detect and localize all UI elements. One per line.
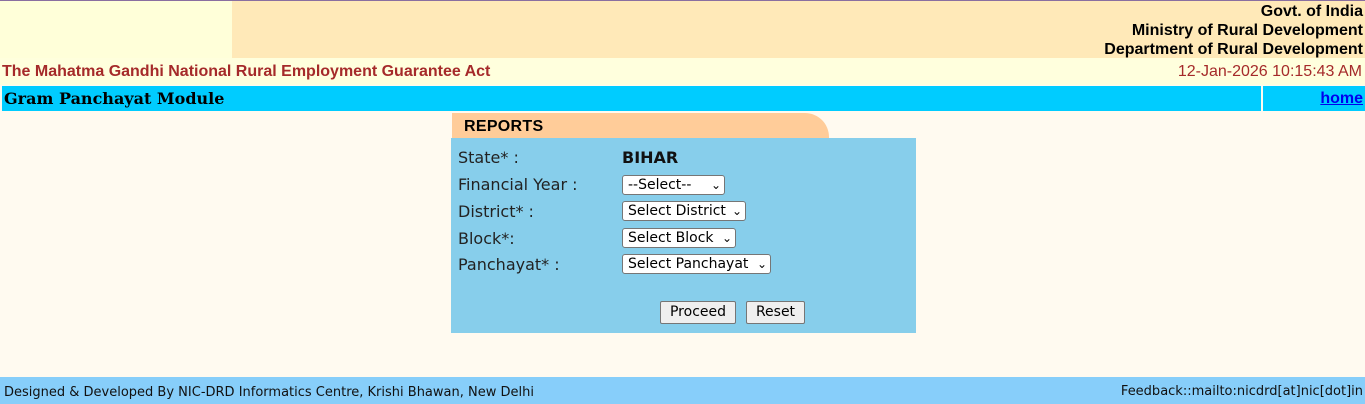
block-value: Select Block [628,230,714,246]
reports-title: REPORTS [464,118,544,135]
footer-credit: Designed & Developed By NIC-DRD Informat… [4,385,534,400]
gov-line-india: Govt. of India [1260,3,1363,20]
government-info: Govt. of India Ministry of Rural Develop… [1104,2,1363,59]
block-label: Block*: [458,229,515,248]
district-label: District* : [458,202,534,221]
report-form: State* : BIHAR Financial Year : --Select… [451,138,916,333]
financial-year-label: Financial Year : [458,175,578,194]
gov-line-ministry: Ministry of Rural Development [1131,22,1363,39]
module-title: Gram Panchayat Module [4,89,225,108]
chevron-down-icon: ⌄ [721,231,732,245]
header-right-panel: Govt. of India Ministry of Rural Develop… [232,1,1365,58]
datetime: 12-Jan-2026 10:15:43 AM [1177,63,1362,80]
reset-button[interactable]: Reset [746,301,805,324]
home-link[interactable]: home [1320,90,1363,108]
block-select[interactable]: Select Block ⌄ [622,228,736,248]
state-label: State* : [458,148,519,167]
panchayat-select[interactable]: Select Panchayat ⌄ [622,254,771,274]
financial-year-value: --Select-- [628,177,692,193]
home-cell: home [1263,86,1365,111]
header-left-panel [0,1,232,58]
chevron-down-icon: ⌄ [731,204,742,218]
feedback-link[interactable]: Feedback::mailto:nicdrd[at]nic[dot]in [1121,384,1363,399]
chevron-down-icon: ⌄ [710,178,721,192]
act-bar: The Mahatma Gandhi National Rural Employ… [0,58,1365,85]
state-value: BIHAR [622,148,679,167]
panchayat-label: Panchayat* : [458,255,560,274]
footer: Designed & Developed By NIC-DRD Informat… [0,377,1365,404]
district-value: Select District [628,203,726,219]
act-title: The Mahatma Gandhi National Rural Employ… [2,63,491,80]
chevron-down-icon: ⌄ [756,257,767,271]
financial-year-select[interactable]: --Select-- ⌄ [622,175,725,195]
module-bar: Gram Panchayat Module [2,86,1261,111]
reports-tab: REPORTS [452,113,829,139]
gov-line-department: Department of Rural Development [1104,41,1363,58]
district-select[interactable]: Select District ⌄ [622,201,746,221]
proceed-button[interactable]: Proceed [660,301,736,324]
header-band: Govt. of India Ministry of Rural Develop… [0,1,1365,58]
panchayat-value: Select Panchayat [628,256,749,272]
